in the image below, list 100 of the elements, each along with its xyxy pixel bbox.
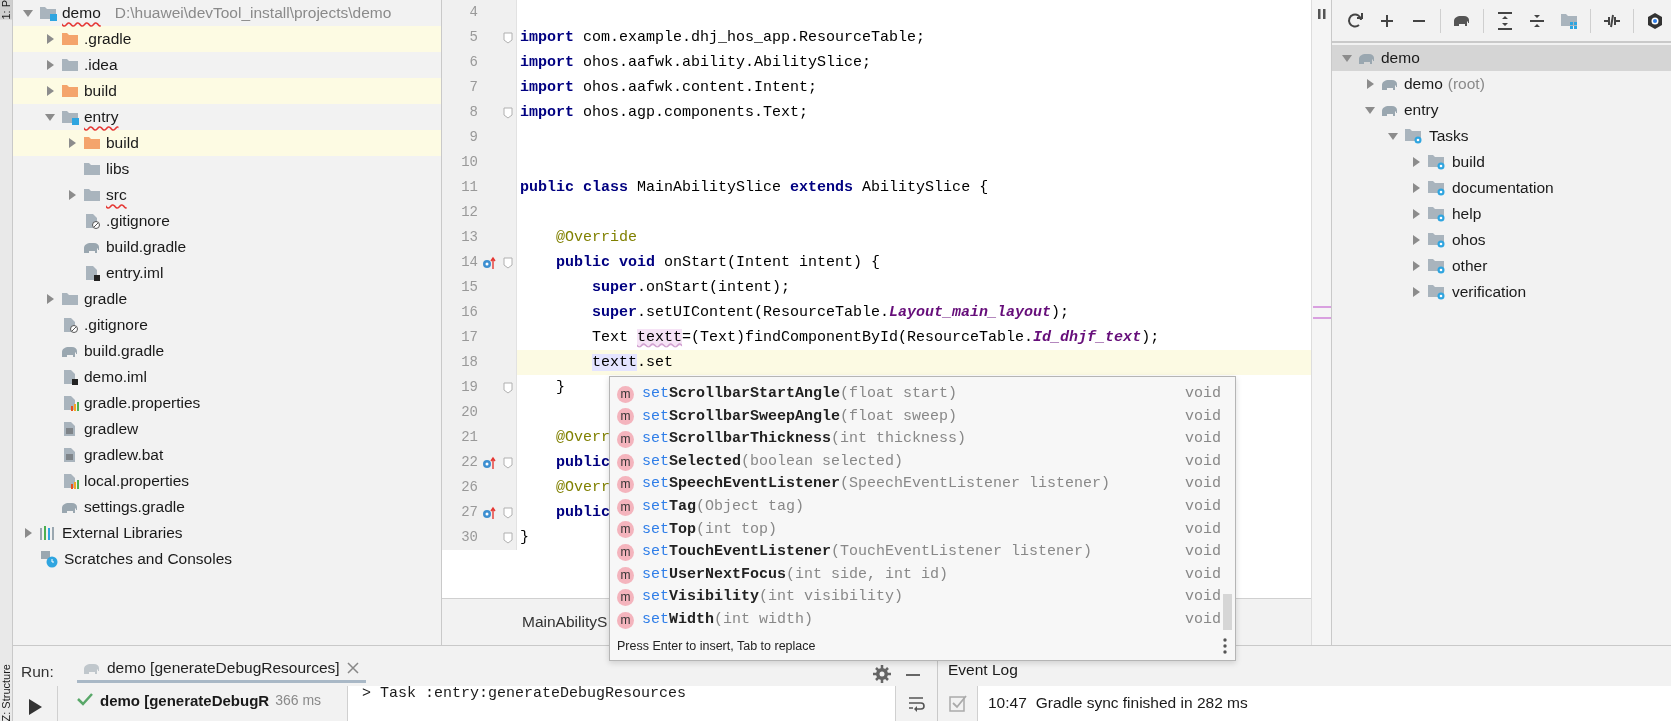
completion-item[interactable]: m setUserNextFocus(int side, int id) void xyxy=(610,563,1235,587)
task-folder-icon xyxy=(1427,257,1447,275)
tree-item[interactable]: ohos xyxy=(1332,227,1671,253)
tree-item[interactable]: External Libraries xyxy=(13,520,441,546)
line-number: 16 xyxy=(460,303,478,322)
log-time: 10:47 xyxy=(988,693,1027,713)
tree-item[interactable]: settings.gradle xyxy=(13,494,441,520)
method-badge: m xyxy=(617,589,634,607)
scratch-file-icon xyxy=(39,550,59,568)
override-marker-icon[interactable] xyxy=(482,455,496,470)
more-icon[interactable] xyxy=(1223,638,1227,654)
log-message: Gradle sync finished in 282 ms xyxy=(1035,693,1248,713)
fold-marker-icon[interactable] xyxy=(503,31,513,44)
tree-item[interactable]: build xyxy=(13,130,441,156)
mark-read-icon[interactable] xyxy=(948,694,967,712)
run-tab[interactable]: demo [generateDebugResources] xyxy=(77,655,366,683)
tree-item[interactable]: gradlew xyxy=(13,416,441,442)
panel-title: Event Log xyxy=(948,659,1018,680)
folder-icon xyxy=(61,31,79,47)
override-marker-icon[interactable] xyxy=(482,505,496,520)
line-number: 8 xyxy=(468,103,478,122)
tree-item[interactable]: local.properties xyxy=(13,468,441,494)
tree-item[interactable]: gradle.properties xyxy=(13,390,441,416)
tree-item[interactable]: Scratches and Consoles xyxy=(13,546,441,572)
run-tree-item[interactable]: demo [generateDebugR xyxy=(100,690,270,713)
completion-item[interactable]: m setSelected(boolean selected) void xyxy=(610,450,1235,474)
tree-item[interactable]: entry xyxy=(13,104,441,130)
soft-wrap-icon[interactable] xyxy=(907,696,926,712)
method-badge: m xyxy=(617,431,634,448)
tree-item[interactable]: build.gradle xyxy=(13,234,441,260)
fold-marker-icon[interactable] xyxy=(503,256,513,269)
tree-item[interactable]: entry xyxy=(1332,97,1671,123)
task-folder-icon xyxy=(1427,231,1447,249)
fold-marker-icon[interactable] xyxy=(503,381,513,394)
line-number: 4 xyxy=(468,3,478,22)
tree-item[interactable]: .gitignore xyxy=(13,312,441,338)
completion-item[interactable]: m setTouchEventListener(TouchEventListener listener) void xyxy=(610,541,1235,564)
duration-label: 366 ms xyxy=(275,691,322,710)
completion-item[interactable]: m setVisibility(int visibility) void xyxy=(610,586,1235,609)
folder-icon xyxy=(83,187,101,203)
tree-item[interactable]: demo.iml xyxy=(13,364,441,390)
method-badge: m xyxy=(617,476,634,494)
tree-item[interactable]: .gradle xyxy=(13,26,441,52)
method-badge: m xyxy=(617,453,634,471)
line-number: 22 xyxy=(460,453,478,472)
return-type: void xyxy=(1185,542,1221,563)
fold-marker-icon[interactable] xyxy=(503,106,513,119)
tree-item[interactable]: entry.iml xyxy=(13,260,441,286)
tree-item[interactable]: .gitignore xyxy=(13,208,441,234)
editor-tab[interactable]: MainAbilityS xyxy=(522,610,608,634)
tree-item[interactable]: demo D:\huawei\devTool_install\projects\demo xyxy=(13,0,441,26)
tree-item[interactable]: build xyxy=(1332,149,1671,175)
tree-item[interactable]: .idea xyxy=(13,52,441,78)
task-folder-icon xyxy=(1427,205,1447,223)
tree-item[interactable]: src xyxy=(13,182,441,208)
completion-item[interactable]: m setScrollbarThickness(int thickness) void xyxy=(610,428,1235,451)
tree-item[interactable]: help xyxy=(1332,201,1671,227)
task-folder-icon xyxy=(1427,179,1447,197)
code-line: public void onStart(Intent intent) { xyxy=(555,253,881,273)
code-line: super.onStart(intent); xyxy=(591,278,791,298)
task-folder-icon xyxy=(1427,283,1447,301)
code-line: @Overr xyxy=(555,478,611,498)
completion-item[interactable]: m setScrollbarStartAngle(float start) void xyxy=(610,383,1235,406)
tree-item[interactable]: gradlew.bat xyxy=(13,442,441,468)
code-line: super.setUIContent(ResourceTable.Layout_main_layout); xyxy=(591,303,1070,323)
code-line: @Override xyxy=(555,228,638,248)
module-folder-icon xyxy=(61,109,79,125)
tree-item[interactable]: gradle xyxy=(13,286,441,312)
line-number: 5 xyxy=(468,28,478,47)
library-bars-icon xyxy=(39,525,57,541)
override-marker-icon[interactable] xyxy=(482,255,496,270)
method-badge: m xyxy=(617,611,634,629)
close-icon[interactable] xyxy=(345,660,360,675)
tree-item[interactable]: demo (root) xyxy=(1332,71,1671,97)
return-type: void xyxy=(1185,474,1221,495)
completion-item[interactable]: m setTag(Object tag) void xyxy=(610,495,1235,519)
tool-window-tab[interactable]: Z: Structure xyxy=(0,663,12,721)
completion-item[interactable]: m setSpeechEventListener(SpeechEventListener listener) void xyxy=(610,473,1235,496)
tree-item[interactable]: demo xyxy=(1332,45,1671,71)
completion-item[interactable]: m setScrollbarSweepAngle(float sweep) void xyxy=(610,405,1235,429)
return-type: void xyxy=(1185,451,1221,472)
folder-icon xyxy=(61,291,79,307)
tool-window-tab[interactable]: 1: P xyxy=(0,0,12,20)
tree-item[interactable]: libs xyxy=(13,156,441,182)
completion-item[interactable]: m setWidth(int width) void xyxy=(610,608,1235,632)
tree-item[interactable]: Tasks xyxy=(1332,123,1671,149)
tree-item[interactable]: build xyxy=(13,78,441,104)
error-stripe-mark xyxy=(1313,317,1331,319)
tree-item[interactable]: build.gradle xyxy=(13,338,441,364)
task-folder-icon xyxy=(1427,153,1447,171)
code-line: public xyxy=(555,503,611,523)
tree-item[interactable]: other xyxy=(1332,253,1671,279)
fold-marker-icon[interactable] xyxy=(503,456,513,469)
fold-marker-icon[interactable] xyxy=(503,506,513,519)
scrollbar-thumb[interactable] xyxy=(1223,594,1232,630)
line-number: 6 xyxy=(468,53,478,72)
fold-marker-icon[interactable] xyxy=(503,531,513,544)
completion-item[interactable]: m setTop(int top) void xyxy=(610,518,1235,542)
tree-item[interactable]: documentation xyxy=(1332,175,1671,201)
tree-item[interactable]: verification xyxy=(1332,279,1671,305)
